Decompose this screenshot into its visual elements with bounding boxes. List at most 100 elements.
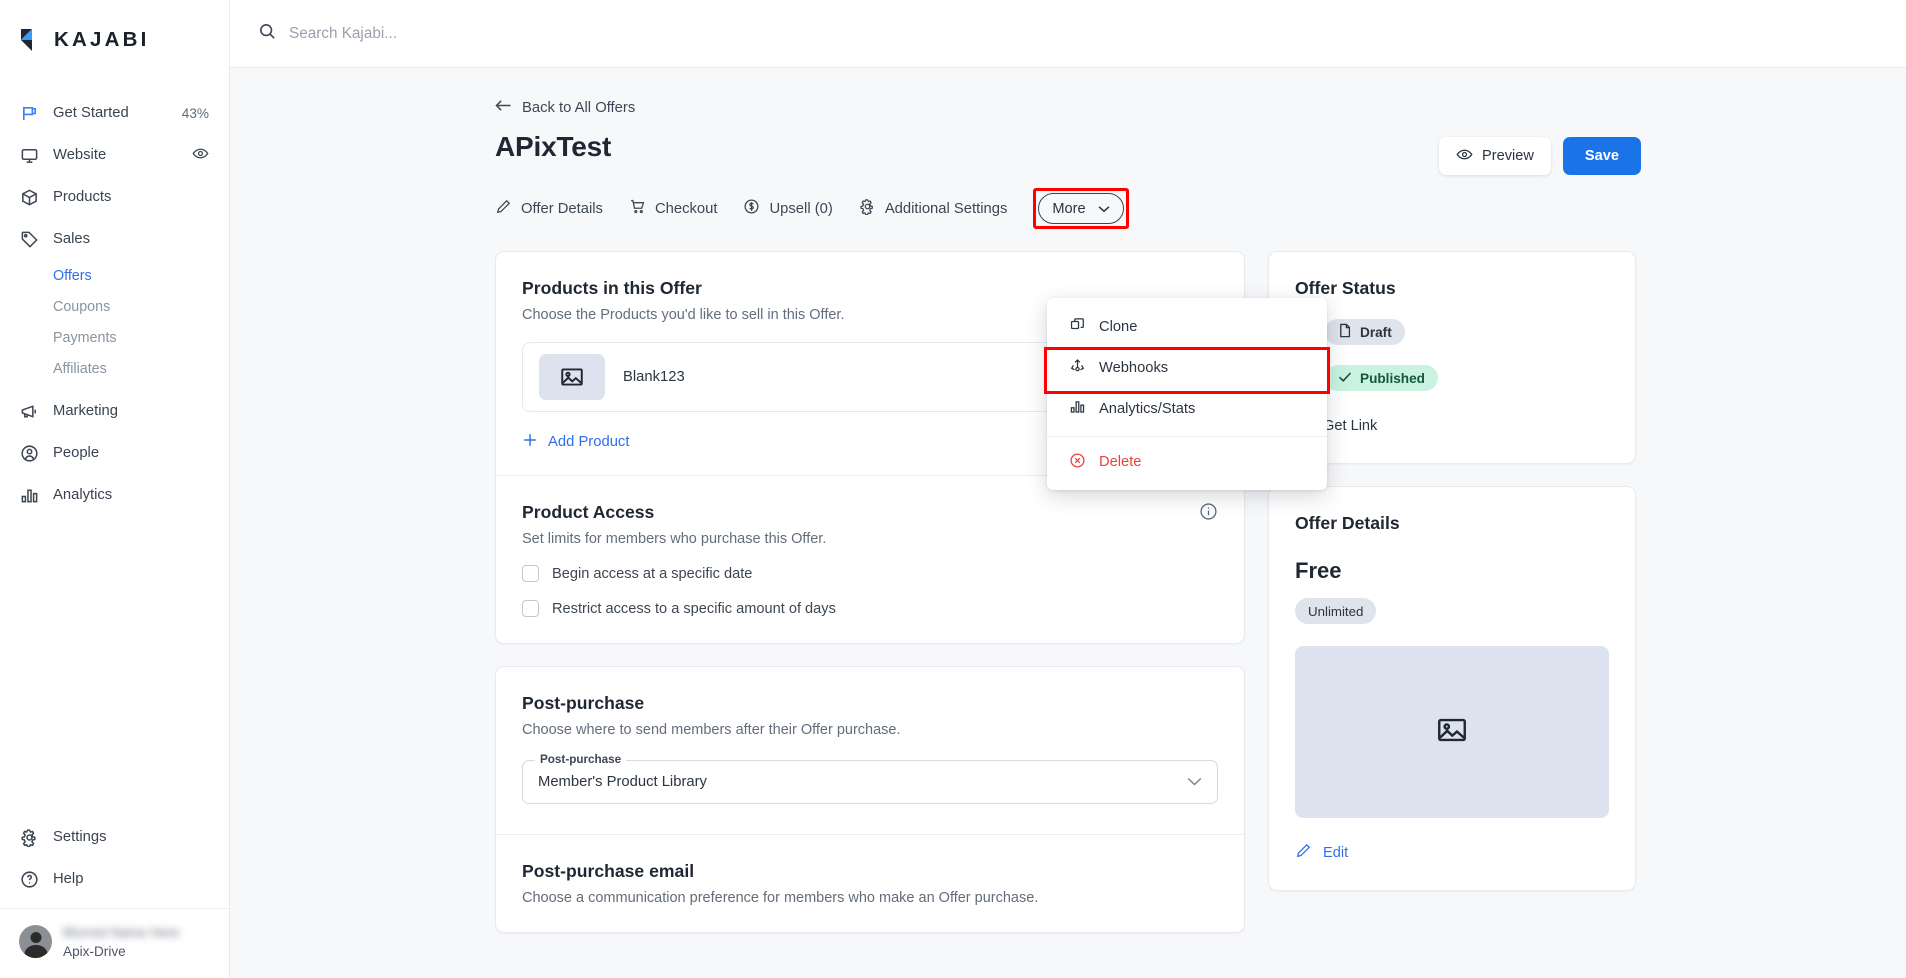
sidebar-item-help[interactable]: Help <box>0 858 229 900</box>
sidebar-item-offers[interactable]: Offers <box>0 260 229 291</box>
checkbox-box[interactable] <box>522 565 539 582</box>
monitor-icon <box>19 145 40 166</box>
sidebar-subnav-sales: Offers Coupons Payments Affiliates <box>0 260 229 384</box>
user-account-row[interactable]: Blurred Name Here Apix-Drive <box>0 908 229 978</box>
search-icon <box>258 22 277 46</box>
sidebar-item-label: Products <box>53 189 112 205</box>
menu-item-label: Analytics/Stats <box>1099 400 1196 417</box>
sidebar-item-sales[interactable]: Sales <box>0 218 229 260</box>
tab-upsell[interactable]: Upsell (0) <box>743 194 833 223</box>
more-label: More <box>1052 200 1086 217</box>
app-root: KAJABI Get Started 43% Website Products … <box>0 0 1906 978</box>
offer-image-placeholder <box>1295 646 1609 818</box>
sidebar-item-settings[interactable]: Settings <box>0 816 229 858</box>
checkbox-box[interactable] <box>522 600 539 617</box>
user-account-name: Apix-Drive <box>63 943 126 959</box>
post-purchase-body: Post-purchase Choose where to send membe… <box>496 667 1244 932</box>
menu-item-clone[interactable]: Clone <box>1047 306 1327 347</box>
tab-label: Checkout <box>654 200 718 217</box>
sidebar-item-products[interactable]: Products <box>0 176 229 218</box>
tab-checkout[interactable]: Checkout <box>629 194 718 223</box>
menu-item-delete[interactable]: Delete <box>1047 436 1327 480</box>
offer-price: Free <box>1295 558 1342 583</box>
sidebar-item-website[interactable]: Website <box>0 134 229 176</box>
post-purchase-title: Post-purchase <box>522 693 645 713</box>
menu-item-label: Webhooks <box>1099 359 1169 376</box>
preview-label: Preview <box>1482 148 1534 164</box>
edit-offer-details-button[interactable]: Edit <box>1295 842 1348 863</box>
bar-chart-icon <box>1069 398 1086 419</box>
checkbox-begin-access[interactable]: Begin access at a specific date <box>522 565 1218 582</box>
post-purchase-select-legend: Post-purchase <box>535 753 627 766</box>
add-product-label: Add Product <box>548 434 630 450</box>
page-title: APixTest <box>495 131 612 162</box>
offer-status-title: Offer Status <box>1295 278 1396 298</box>
status-badge-published: Published <box>1325 365 1438 391</box>
info-icon[interactable] <box>1199 502 1218 526</box>
offer-details-body: Offer Details Free Unlimited Edit <box>1269 487 1635 890</box>
back-to-all-offers-link[interactable]: Back to All Offers <box>495 98 635 117</box>
get-link-label: Get Link <box>1323 417 1378 434</box>
global-search[interactable] <box>258 22 709 46</box>
edit-label: Edit <box>1323 844 1349 861</box>
sidebar-item-label: People <box>53 445 100 461</box>
sidebar-item-marketing[interactable]: Marketing <box>0 390 229 432</box>
offer-tabs: Offer Details Checkout Upsell (0) Additi… <box>495 188 1641 229</box>
post-purchase-select-value: Member's Product Library <box>538 774 707 790</box>
add-product-button[interactable]: Add Product <box>522 432 629 452</box>
sidebar-item-label: Help <box>53 871 84 887</box>
product-access-title: Product Access <box>522 502 655 522</box>
brand[interactable]: KAJABI <box>0 0 229 62</box>
sidebar-item-analytics[interactable]: Analytics <box>0 474 229 516</box>
checkbox-restrict-access[interactable]: Restrict access to a specific amount of … <box>522 600 1218 617</box>
eye-icon <box>1456 146 1473 167</box>
post-purchase-subtitle: Choose where to send members after their… <box>522 722 901 738</box>
section-divider <box>496 834 1244 835</box>
tab-additional-settings[interactable]: Additional Settings <box>859 194 1007 223</box>
post-purchase-email-subtitle: Choose a communication preference for me… <box>522 890 1039 906</box>
menu-item-label: Delete <box>1099 454 1142 470</box>
avatar <box>19 925 52 958</box>
post-purchase-card: Post-purchase Choose where to send membe… <box>495 666 1245 933</box>
sidebar-item-people[interactable]: People <box>0 432 229 474</box>
arrow-left-icon <box>495 98 512 117</box>
checkbox-label: Restrict access to a specific amount of … <box>552 600 836 617</box>
tab-label: Offer Details <box>521 200 603 217</box>
save-button[interactable]: Save <box>1562 137 1641 175</box>
page-actions: Preview Save <box>1439 131 1641 175</box>
menu-item-label: Clone <box>1099 318 1138 335</box>
more-button[interactable]: More <box>1038 193 1124 224</box>
search-input[interactable] <box>289 24 709 43</box>
sidebar-item-get-started[interactable]: Get Started 43% <box>0 92 229 134</box>
webhook-icon <box>1069 357 1086 378</box>
products-card-title: Products in this Offer <box>522 278 702 298</box>
sidebar-item-label: Website <box>53 147 107 163</box>
gear-icon <box>19 827 40 848</box>
offer-status-option-draft[interactable]: Draft <box>1295 319 1609 345</box>
offer-details-title: Offer Details <box>1295 513 1400 533</box>
page-title-block: APixTest <box>495 131 611 163</box>
tab-offer-details[interactable]: Offer Details <box>495 194 603 223</box>
sidebar-item-payments[interactable]: Payments <box>0 322 229 353</box>
user-names: Blurred Name Here Apix-Drive <box>63 925 179 959</box>
preview-button[interactable]: Preview <box>1439 137 1551 175</box>
dollar-circle-icon <box>743 198 760 219</box>
chevron-down-icon <box>1187 773 1202 791</box>
product-access-header: Product Access Set limits for members wh… <box>522 502 1218 547</box>
tab-label: Upsell (0) <box>769 200 833 217</box>
chevron-down-icon <box>1098 201 1110 217</box>
eye-icon[interactable] <box>192 145 209 165</box>
box-icon <box>19 187 40 208</box>
offer-status-option-published[interactable]: Published <box>1295 365 1609 391</box>
post-purchase-select[interactable]: Post-purchase Member's Product Library <box>522 753 1218 804</box>
more-menu-wrapper: More <box>1033 188 1129 229</box>
offer-details-card: Offer Details Free Unlimited Edit <box>1268 486 1636 891</box>
cart-icon <box>629 198 646 219</box>
get-started-progress: 43% <box>181 105 209 121</box>
menu-item-webhooks[interactable]: Webhooks <box>1047 347 1327 388</box>
menu-item-analytics-stats[interactable]: Analytics/Stats <box>1047 388 1327 429</box>
sidebar-item-affiliates[interactable]: Affiliates <box>0 353 229 384</box>
kajabi-logo-icon <box>19 27 45 53</box>
sidebar-item-coupons[interactable]: Coupons <box>0 291 229 322</box>
flag-icon <box>19 103 40 124</box>
